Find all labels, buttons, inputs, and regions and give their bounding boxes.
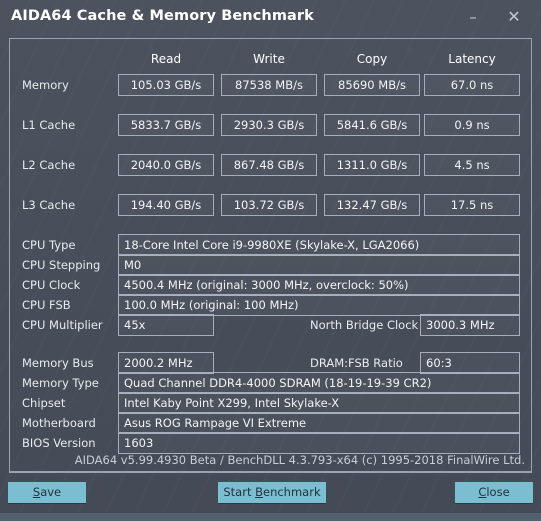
cpu-type-label: CPU Type — [22, 238, 76, 252]
motherboard-value: Asus ROG Rampage VI Extreme — [118, 412, 520, 434]
start-benchmark-button[interactable]: Start Benchmark — [218, 482, 326, 503]
cpu-multiplier-value: 45x — [118, 314, 214, 336]
column-header-latency: Latency — [448, 52, 496, 66]
aida64-benchmark-window: AIDA64 Cache & Memory Benchmark – ✕ Read… — [0, 0, 541, 521]
copyright-text: AIDA64 v5.99.4930 Beta / BenchDLL 4.3.79… — [9, 449, 532, 473]
north-bridge-clock-value: 3000.3 MHz — [420, 314, 520, 336]
memory-bus-label: Memory Bus — [22, 356, 94, 370]
row-label-l1-cache: L1 Cache — [22, 118, 76, 132]
l1-read-value: 5833.7 GB/s — [118, 114, 214, 136]
row-label-memory: Memory — [22, 78, 69, 92]
start-benchmark-label-post: enchmark — [263, 485, 321, 499]
bios-version-label: BIOS Version — [22, 436, 96, 450]
l1-latency-value: 0.9 ns — [424, 114, 520, 136]
cpu-clock-value: 4500.4 MHz (original: 3000 MHz, overcloc… — [118, 274, 520, 296]
close-button[interactable]: Close — [455, 482, 533, 503]
minimize-icon[interactable]: – — [460, 4, 486, 30]
north-bridge-clock-label: North Bridge Clock — [310, 318, 419, 332]
memory-write-value: 87538 MB/s — [221, 74, 317, 96]
l3-latency-value: 17.5 ns — [424, 194, 520, 216]
save-button[interactable]: Save — [8, 482, 86, 503]
window-title: AIDA64 Cache & Memory Benchmark — [11, 8, 314, 24]
row-label-l2-cache: L2 Cache — [22, 158, 76, 172]
l3-write-value: 103.72 GB/s — [221, 194, 317, 216]
status-bar — [0, 513, 541, 521]
l1-write-value: 2930.3 GB/s — [221, 114, 317, 136]
start-benchmark-accel: B — [255, 485, 263, 499]
dram-fsb-ratio-label: DRAM:FSB Ratio — [310, 356, 403, 370]
l2-latency-value: 4.5 ns — [424, 154, 520, 176]
save-button-label-post: ave — [40, 485, 62, 499]
column-header-write: Write — [253, 52, 285, 66]
cpu-fsb-label: CPU FSB — [22, 298, 71, 312]
memory-type-label: Memory Type — [22, 376, 99, 390]
motherboard-label: Motherboard — [22, 416, 96, 430]
cpu-stepping-label: CPU Stepping — [22, 258, 101, 272]
column-header-read: Read — [150, 52, 182, 66]
dram-fsb-ratio-value: 60:3 — [420, 352, 520, 374]
column-header-copy: Copy — [356, 52, 388, 66]
cpu-fsb-value: 100.0 MHz (original: 100 MHz) — [118, 294, 520, 316]
cpu-stepping-value: M0 — [118, 254, 520, 276]
cpu-clock-label: CPU Clock — [22, 278, 81, 292]
memory-read-value: 105.03 GB/s — [118, 74, 214, 96]
memory-type-value: Quad Channel DDR4-4000 SDRAM (18-19-19-3… — [118, 372, 520, 394]
close-icon[interactable]: ✕ — [501, 4, 527, 30]
l3-read-value: 194.40 GB/s — [118, 194, 214, 216]
start-benchmark-label-pre: Start — [223, 485, 256, 499]
title-bar: AIDA64 Cache & Memory Benchmark – ✕ — [0, 0, 541, 35]
l2-write-value: 867.48 GB/s — [221, 154, 317, 176]
row-label-l3-cache: L3 Cache — [22, 198, 76, 212]
cpu-type-value: 18-Core Intel Core i9-9980XE (Skylake-X,… — [118, 234, 520, 256]
l3-copy-value: 132.47 GB/s — [324, 194, 420, 216]
l1-copy-value: 5841.6 GB/s — [324, 114, 420, 136]
chipset-label: Chipset — [22, 396, 66, 410]
memory-copy-value: 85690 MB/s — [324, 74, 420, 96]
cpu-multiplier-label: CPU Multiplier — [22, 318, 103, 332]
memory-bus-value: 2000.2 MHz — [118, 352, 214, 374]
l2-read-value: 2040.0 GB/s — [118, 154, 214, 176]
close-button-label-post: lose — [486, 485, 510, 499]
chipset-value: Intel Kaby Point X299, Intel Skylake-X — [118, 392, 520, 414]
memory-latency-value: 67.0 ns — [424, 74, 520, 96]
l2-copy-value: 1311.0 GB/s — [324, 154, 420, 176]
